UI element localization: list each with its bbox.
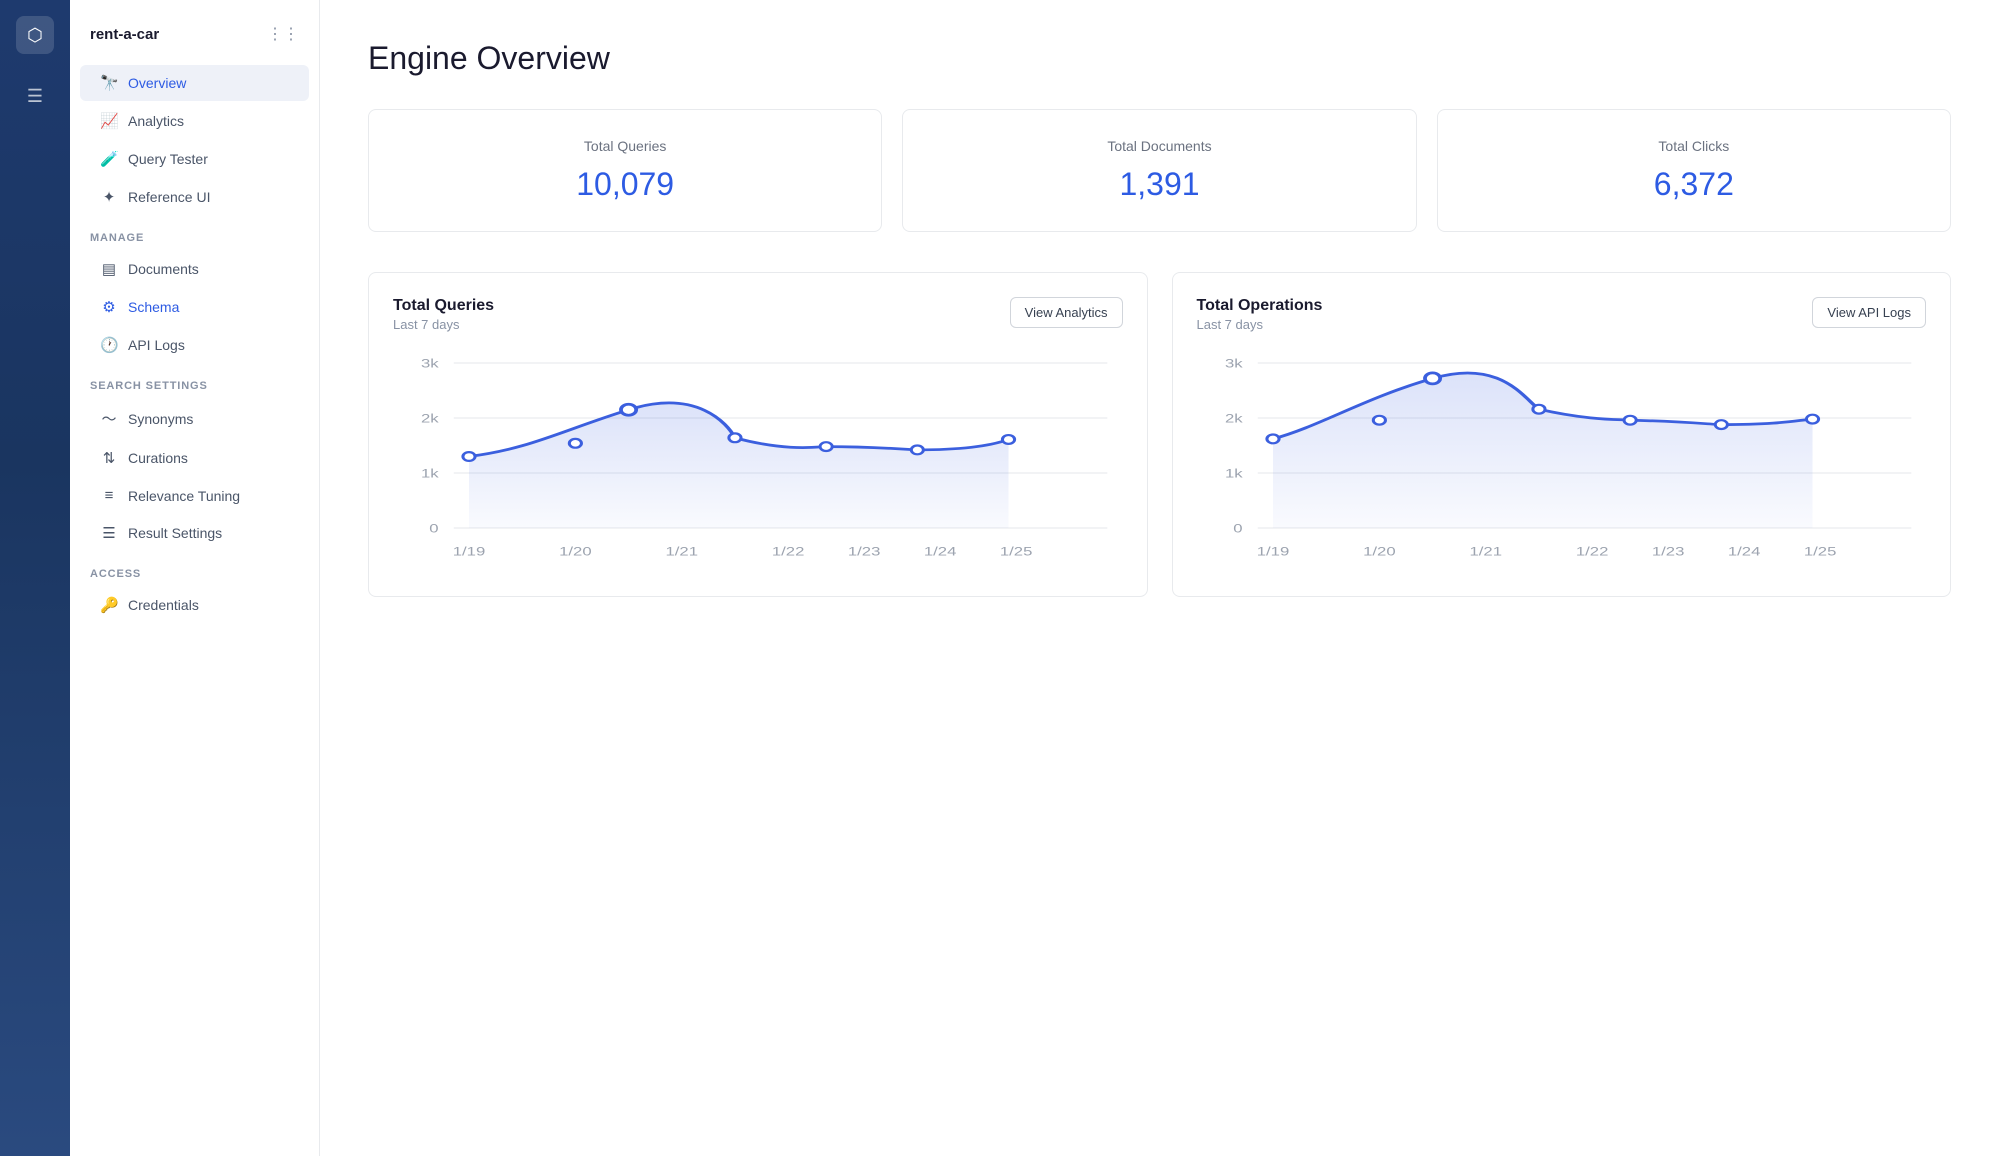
chart-icon: 📈 (100, 112, 118, 130)
sidebar-item-synonyms[interactable]: 〜 Synonyms (80, 399, 309, 438)
stat-label-clicks: Total Clicks (1462, 138, 1926, 154)
chart2-titles: Total Operations Last 7 days (1197, 297, 1323, 332)
chart1-title: Total Queries (393, 297, 494, 315)
sidebar-item-credentials[interactable]: 🔑 Credentials (80, 587, 309, 623)
sidebar-item-curations[interactable]: ⇅ Curations (80, 440, 309, 476)
sidebar-app-name: rent-a-car (90, 26, 159, 43)
stat-card-total-queries: Total Queries 10,079 (368, 109, 882, 232)
logo[interactable]: ⬡ (16, 16, 54, 54)
stat-label-queries: Total Queries (393, 138, 857, 154)
sidebar-header: rent-a-car ⋮⋮ (70, 16, 319, 64)
sparkle-icon: ✦ (100, 188, 118, 206)
flask-icon: 🧪 (100, 150, 118, 168)
sidebar-item-relevance-tuning[interactable]: ≡ Relevance Tuning (80, 478, 309, 513)
svg-text:1/21: 1/21 (1469, 546, 1502, 559)
chart2-title: Total Operations (1197, 297, 1323, 315)
stats-row: Total Queries 10,079 Total Documents 1,3… (368, 109, 1951, 232)
sidebar-item-result-settings[interactable]: ☰ Result Settings (80, 515, 309, 551)
view-api-logs-button[interactable]: View API Logs (1812, 297, 1926, 328)
tune-icon: ≡ (100, 487, 118, 504)
charts-row: Total Queries Last 7 days View Analytics… (368, 272, 1951, 597)
hamburger-button[interactable]: ☰ (27, 86, 43, 107)
chart1-area: 3k 2k 1k 0 (393, 352, 1123, 572)
svg-text:1k: 1k (421, 467, 439, 480)
chart2-header: Total Operations Last 7 days View API Lo… (1197, 297, 1927, 332)
list-icon: ☰ (100, 524, 118, 542)
grid-icon[interactable]: ⋮⋮ (267, 24, 299, 44)
chart-total-queries: Total Queries Last 7 days View Analytics… (368, 272, 1148, 597)
svg-text:1/24: 1/24 (1727, 546, 1760, 559)
svg-text:1/20: 1/20 (1363, 546, 1396, 559)
sidebar: rent-a-car ⋮⋮ 🔭 Overview 📈 Analytics 🧪 Q… (70, 0, 320, 1156)
sidebar-item-documents[interactable]: ▤ Documents (80, 251, 309, 287)
svg-text:1/24: 1/24 (924, 546, 957, 559)
chart1-titles: Total Queries Last 7 days (393, 297, 494, 332)
search-settings-label: SEARCH SETTINGS (70, 364, 319, 398)
stat-label-documents: Total Documents (927, 138, 1391, 154)
svg-text:0: 0 (1233, 522, 1242, 535)
svg-text:1/19: 1/19 (1256, 546, 1289, 559)
stat-card-total-documents: Total Documents 1,391 (902, 109, 1416, 232)
sidebar-item-api-logs[interactable]: 🕐 API Logs (80, 327, 309, 363)
sidebar-item-reference-ui[interactable]: ✦ Reference UI (80, 179, 309, 215)
svg-text:1/21: 1/21 (666, 546, 699, 559)
chart1-svg: 3k 2k 1k 0 (393, 352, 1123, 572)
chart1-header: Total Queries Last 7 days View Analytics (393, 297, 1123, 332)
stat-card-total-clicks: Total Clicks 6,372 (1437, 109, 1951, 232)
chart2-subtitle: Last 7 days (1197, 317, 1323, 332)
svg-text:1/25: 1/25 (1000, 546, 1033, 559)
svg-text:1k: 1k (1224, 467, 1242, 480)
access-section-label: ACCESS (70, 552, 319, 586)
gear-icon: ⚙ (100, 298, 118, 316)
stat-value-clicks: 6,372 (1462, 166, 1926, 203)
svg-text:1/20: 1/20 (559, 546, 592, 559)
sidebar-item-schema[interactable]: ⚙ Schema (80, 289, 309, 325)
view-analytics-button[interactable]: View Analytics (1010, 297, 1123, 328)
svg-text:1/22: 1/22 (1575, 546, 1608, 559)
sidebar-item-overview[interactable]: 🔭 Overview (80, 65, 309, 101)
main-content: Engine Overview Total Queries 10,079 Tot… (320, 0, 1999, 1156)
chart1-subtitle: Last 7 days (393, 317, 494, 332)
svg-text:1/19: 1/19 (453, 546, 486, 559)
page-title: Engine Overview (368, 40, 1951, 77)
sidebar-item-query-tester[interactable]: 🧪 Query Tester (80, 141, 309, 177)
svg-text:2k: 2k (421, 412, 439, 425)
chart2-area: 3k 2k 1k 0 (1197, 352, 1927, 572)
svg-text:1/25: 1/25 (1803, 546, 1836, 559)
doc-icon: ▤ (100, 260, 118, 278)
binoculars-icon: 🔭 (100, 74, 118, 92)
key-icon: 🔑 (100, 596, 118, 614)
stat-value-queries: 10,079 (393, 166, 857, 203)
left-bar: ⬡ ☰ (0, 0, 70, 1156)
chart2-svg: 3k 2k 1k 0 (1197, 352, 1927, 572)
svg-text:0: 0 (429, 522, 438, 535)
svg-text:1/23: 1/23 (1651, 546, 1684, 559)
manage-section-label: MANAGE (70, 216, 319, 250)
svg-text:1/22: 1/22 (772, 546, 805, 559)
sliders-icon: ⇅ (100, 449, 118, 467)
chart-total-operations: Total Operations Last 7 days View API Lo… (1172, 272, 1952, 597)
svg-text:1/23: 1/23 (848, 546, 881, 559)
svg-text:2k: 2k (1224, 412, 1242, 425)
svg-text:3k: 3k (421, 357, 439, 370)
logo-icon: ⬡ (27, 25, 43, 46)
stat-value-documents: 1,391 (927, 166, 1391, 203)
waves-icon: 〜 (100, 408, 118, 429)
sidebar-item-analytics[interactable]: 📈 Analytics (80, 103, 309, 139)
clock-icon: 🕐 (100, 336, 118, 354)
svg-text:3k: 3k (1224, 357, 1242, 370)
